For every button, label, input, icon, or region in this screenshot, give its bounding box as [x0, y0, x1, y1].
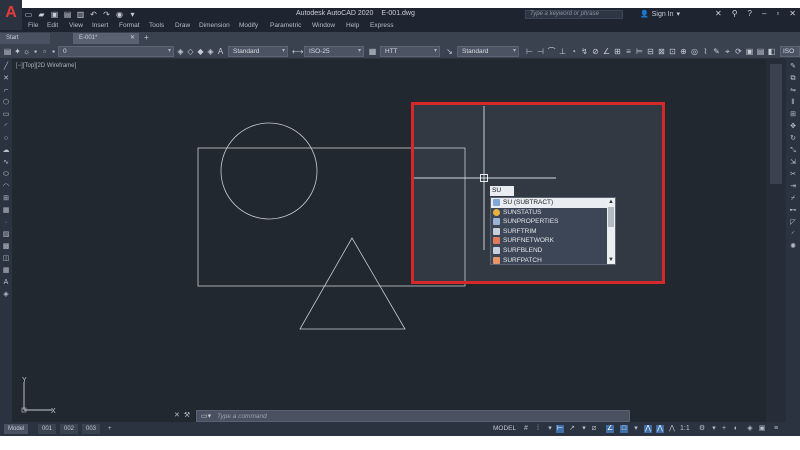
ucs-icon: Y X: [21, 377, 56, 415]
surface-blend-icon: [493, 246, 500, 254]
close-icon[interactable]: ✕: [174, 411, 180, 419]
autocomplete-item-label: SUNSTATUS: [503, 208, 542, 216]
rotate-icon[interactable]: ↻: [789, 135, 797, 143]
workspace-dropdown-icon[interactable]: ▾: [710, 425, 718, 433]
isodraft-icon[interactable]: ⧄: [590, 425, 598, 433]
array-icon[interactable]: ⊞: [789, 111, 797, 119]
page-bottom-margin: [0, 436, 800, 450]
modify-toolbar: ✎ ⧉ ⇋ ⫴ ⊞ ✥ ↻ ⤡ ⇲ ✂ ⇥ ⌿ ⊷ ◸ ◜ ✺: [786, 59, 800, 422]
polar-icon[interactable]: ↗: [568, 425, 576, 433]
offset-icon[interactable]: ⫴: [789, 99, 797, 107]
polar-dropdown-icon[interactable]: ▾: [580, 425, 588, 433]
ucs-y-label: Y: [22, 377, 27, 384]
clean-screen-icon[interactable]: ▣: [758, 425, 766, 433]
ortho-icon[interactable]: ⊢: [556, 425, 564, 433]
customize-icon[interactable]: ≡: [772, 425, 780, 433]
triangle-entity[interactable]: [299, 237, 406, 330]
autocomplete-item-sunstatus[interactable]: SUNSTATUS: [491, 208, 607, 218]
tab-layout-002[interactable]: 002: [60, 424, 79, 434]
autocomplete-item-label: SURFNETWORK: [503, 237, 554, 245]
add-icon[interactable]: +: [720, 425, 728, 433]
autocomplete-item-label: SURFBLEND: [503, 246, 543, 254]
autocomplete-item-label: SURFPATCH: [503, 256, 542, 264]
isolate-icon[interactable]: ◐: [732, 425, 740, 433]
grid-icon[interactable]: #: [522, 425, 530, 433]
hardware-acceleration-icon[interactable]: ◈: [746, 425, 754, 433]
autocomplete-item-label: SUNPROPERTIES: [503, 218, 559, 226]
trim-icon[interactable]: ✂: [789, 171, 797, 179]
subtract-icon: [493, 199, 500, 206]
autocomplete-item-surftrim[interactable]: SURFTRIM: [491, 227, 607, 237]
ucs-x-label: X: [51, 408, 56, 415]
break-icon[interactable]: ⌿: [789, 195, 797, 203]
osnap-dropdown-icon[interactable]: ▾: [632, 425, 640, 433]
wrench-icon[interactable]: ⚒: [184, 411, 190, 419]
command-line-controls: ✕ ⚒: [174, 411, 190, 419]
dynamic-input-field[interactable]: SU: [490, 186, 514, 196]
object-snap-icon[interactable]: □: [620, 425, 628, 433]
autocomplete-item-surfpatch[interactable]: SURFPATCH: [491, 256, 607, 266]
object-snap-tracking-icon[interactable]: ∠: [606, 425, 614, 433]
autocomplete-item-label: SU (SUBTRACT): [503, 199, 554, 206]
snap-dropdown-icon[interactable]: ▾: [546, 425, 554, 433]
surface-patch-icon: [493, 256, 500, 264]
annotation-scale-icon[interactable]: ⋀: [668, 425, 676, 433]
autocomplete-items: SU (SUBTRACT) SUNSTATUS SUNPROPERTIES SU…: [491, 198, 607, 265]
erase-icon[interactable]: ✎: [789, 63, 797, 71]
chevron-up-icon[interactable]: ▲: [607, 198, 615, 206]
status-bar: Model 001 002 003 + MODEL # ⁞ ▾ ⊢ ↗ ▾ ⧄ …: [0, 422, 800, 436]
scale-value-icon[interactable]: 1:1: [680, 425, 690, 433]
chevron-down-icon[interactable]: ▼: [607, 256, 615, 264]
autocomplete-item-label: SURFTRIM: [503, 227, 537, 235]
fillet-icon[interactable]: ◜: [789, 231, 797, 239]
scale-icon[interactable]: ⤡: [789, 147, 797, 155]
move-icon[interactable]: ✥: [789, 123, 797, 131]
join-icon[interactable]: ⊷: [789, 207, 797, 215]
annotation-visibility-icon[interactable]: ⋀: [644, 425, 652, 433]
mirror-icon[interactable]: ⇋: [789, 87, 797, 95]
gear-icon[interactable]: ⚙: [698, 425, 706, 433]
autocomplete-scrollbar[interactable]: ▲ ▼: [607, 198, 615, 264]
add-layout-button[interactable]: +: [104, 424, 116, 434]
stretch-icon[interactable]: ⇲: [789, 159, 797, 167]
extend-icon[interactable]: ⇥: [789, 183, 797, 191]
scrollbar-thumb[interactable]: [608, 207, 614, 227]
explode-icon[interactable]: ✺: [789, 243, 797, 251]
navigation-bar[interactable]: [770, 64, 782, 184]
copy-icon[interactable]: ⧉: [789, 75, 797, 83]
autocomplete-item-sunproperties[interactable]: SUNPROPERTIES: [491, 217, 607, 227]
tab-model[interactable]: Model: [4, 424, 29, 434]
tab-layout-001[interactable]: 001: [38, 424, 57, 434]
autocomplete-item-subtract[interactable]: SU (SUBTRACT): [491, 198, 607, 208]
command-autocomplete-list[interactable]: SU (SUBTRACT) SUNSTATUS SUNPROPERTIES SU…: [490, 197, 616, 265]
autocomplete-item-surfblend[interactable]: SURFBLEND: [491, 246, 607, 256]
application-menu-button[interactable]: A: [0, 0, 22, 30]
command-line[interactable]: ▭▾ Type a command: [196, 410, 630, 422]
surface-trim-icon: [493, 227, 500, 235]
model-space-toggle[interactable]: MODEL: [493, 425, 516, 432]
command-prompt-icon[interactable]: ▭▾: [201, 412, 211, 420]
surface-network-icon: [493, 237, 500, 245]
circle-entity[interactable]: [220, 122, 318, 220]
sun-properties-icon: [493, 218, 500, 226]
command-line-input[interactable]: Type a command: [217, 413, 267, 420]
chamfer-icon[interactable]: ◸: [789, 219, 797, 227]
auto-scale-icon[interactable]: ⋀: [656, 425, 664, 433]
tab-layout-003[interactable]: 003: [82, 424, 101, 434]
drawing-geometry: [197, 106, 556, 330]
snap-icon[interactable]: ⁞: [534, 425, 542, 433]
autocomplete-item-surfnetwork[interactable]: SURFNETWORK: [491, 236, 607, 246]
sun-icon: [493, 208, 500, 216]
